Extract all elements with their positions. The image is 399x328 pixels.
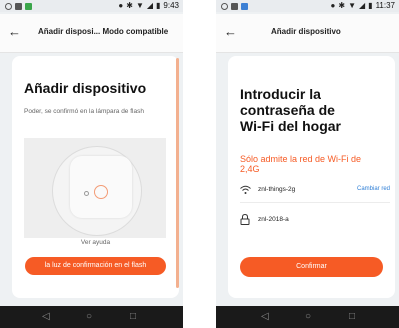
wifi-network-row: znl-things-2g Cambiar red	[240, 184, 390, 198]
network-note: Sólo admite la red de Wi-Fi de 2,4G	[240, 154, 361, 174]
nav-recents-icon[interactable]: □	[130, 311, 136, 323]
signal-icon: ◢	[359, 1, 366, 10]
confirm-button[interactable]: Confirmar	[240, 257, 383, 277]
location-icon: ●	[118, 1, 124, 10]
android-nav-bar: ◁ ○ □	[216, 306, 399, 328]
wifi-status-icon: ▼	[135, 1, 144, 10]
page-title: Añadir disposi... Modo compatible	[38, 27, 169, 36]
help-link[interactable]: Ver ayuda	[12, 239, 179, 246]
card-heading: Introducir la contraseña de Wi-Fi del ho…	[240, 86, 341, 134]
android-nav-bar: ◁ ○ □	[0, 306, 183, 328]
settings-icon	[221, 2, 228, 10]
device-body	[70, 156, 132, 218]
battery-icon: ▮	[368, 1, 373, 10]
page-title: Añadir dispositivo	[271, 27, 341, 36]
add-device-card: Añadir dispositivo Poder, se confirmó en…	[12, 56, 179, 298]
phone-screen-wifi-password: ● ✱ ▼ ◢ ▮ 11:37 ← Añadir dispositivo Int…	[216, 0, 399, 328]
lock-icon	[240, 214, 250, 225]
change-network-link[interactable]: Cambiar red	[357, 186, 390, 192]
wifi-name: znl-things-2g	[258, 186, 296, 193]
confirm-flash-button[interactable]: la luz de confirmación en el flash	[25, 257, 166, 275]
location-icon: ●	[330, 1, 336, 10]
image-icon	[231, 2, 238, 10]
nav-recents-icon[interactable]: □	[349, 311, 355, 323]
network-note-line: Sólo admite la red de Wi-Fi de	[240, 154, 362, 164]
back-arrow-icon[interactable]: ←	[224, 25, 237, 39]
card-heading-line: Introducir la	[240, 86, 321, 102]
bluetooth-icon: ✱	[126, 1, 133, 10]
network-note-line: 2,4G	[240, 164, 260, 174]
status-time: 11:37	[375, 1, 395, 10]
app-icon	[25, 2, 32, 10]
card-heading-line: Wi-Fi del hogar	[240, 118, 341, 134]
status-bar: ● ✱ ▼ ◢ ▮ 11:37	[216, 0, 399, 12]
instruction-text: Poder, se confirmó en la lámpara de flas…	[24, 108, 144, 115]
nav-home-icon[interactable]: ○	[86, 311, 92, 323]
power-icon	[94, 185, 108, 199]
wifi-status-icon: ▼	[348, 1, 356, 10]
bluetooth-icon: ✱	[338, 1, 346, 10]
divider	[240, 202, 390, 203]
image-icon	[15, 2, 22, 10]
app-header: ← Añadir dispositivo	[216, 14, 399, 53]
app-header: ← Añadir disposi... Modo compatible	[0, 14, 183, 53]
screen-gap	[183, 0, 216, 328]
settings-icon	[5, 2, 12, 10]
password-row[interactable]: znl-2018-a	[240, 214, 390, 228]
battery-icon: ▮	[156, 1, 161, 10]
nav-back-icon[interactable]: ◁	[261, 311, 269, 323]
indicator-dot	[84, 191, 89, 196]
wifi-password-card: Introducir la contraseña de Wi-Fi del ho…	[228, 56, 395, 298]
card-heading-line: contraseña de	[240, 102, 335, 118]
signal-icon: ◢	[146, 1, 154, 10]
status-bar: ● ✱ ▼ ◢ ▮ 9:43	[0, 0, 183, 12]
password-value[interactable]: znl-2018-a	[258, 216, 289, 223]
wifi-icon	[240, 185, 251, 194]
back-arrow-icon[interactable]: ←	[8, 25, 21, 39]
scroll-indicator	[176, 58, 179, 288]
status-time: 9:43	[163, 1, 179, 10]
nav-back-icon[interactable]: ◁	[42, 311, 50, 323]
phone-screen-add-device: ● ✱ ▼ ◢ ▮ 9:43 ← Añadir disposi... Modo …	[0, 0, 183, 328]
card-heading: Añadir dispositivo	[24, 80, 147, 96]
device-illustration	[24, 138, 166, 238]
nav-home-icon[interactable]: ○	[305, 311, 311, 323]
app-icon	[241, 2, 248, 10]
